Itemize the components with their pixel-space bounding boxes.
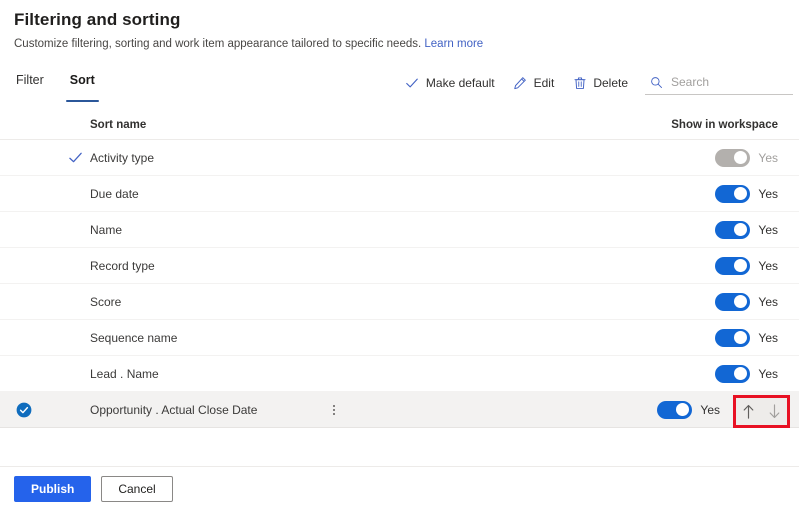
show-in-workspace-cell: Yes bbox=[715, 328, 778, 347]
tab-filter[interactable]: Filter bbox=[14, 68, 46, 102]
search-box[interactable] bbox=[645, 71, 793, 95]
tab-list: Filter Sort bbox=[14, 68, 99, 102]
table-body: Activity type Yes Due date Yes Name Yes Record… bbox=[0, 140, 799, 428]
pencil-icon bbox=[513, 76, 528, 91]
tab-sort[interactable]: Sort bbox=[65, 68, 99, 102]
publish-button[interactable]: Publish bbox=[14, 476, 92, 502]
toggle-state-label: Yes bbox=[758, 330, 778, 345]
show-in-workspace-cell: Yes bbox=[715, 256, 778, 275]
learn-more-link[interactable]: Learn more bbox=[424, 38, 483, 50]
show-in-workspace-cell: Yes bbox=[715, 364, 778, 383]
delete-button[interactable]: Delete bbox=[563, 71, 637, 95]
reorder-arrows-highlight bbox=[733, 395, 790, 428]
table-row[interactable]: Activity type Yes bbox=[0, 140, 799, 176]
delete-label: Delete bbox=[593, 76, 628, 90]
show-in-workspace-toggle bbox=[715, 148, 751, 167]
show-in-workspace-cell: Yes bbox=[715, 292, 778, 311]
column-header-sort-name: Sort name bbox=[90, 118, 147, 131]
checkbox-checked-icon bbox=[16, 402, 32, 417]
sort-name-cell: Due date bbox=[90, 186, 139, 201]
checkmark-icon bbox=[405, 76, 420, 91]
sort-name-cell: Lead . Name bbox=[90, 366, 159, 381]
sort-name-cell: Score bbox=[90, 294, 122, 309]
edit-button[interactable]: Edit bbox=[504, 71, 564, 95]
table-row[interactable]: Sequence name Yes bbox=[0, 320, 799, 356]
show-in-workspace-cell: Yes bbox=[657, 400, 720, 419]
sort-name-cell: Name bbox=[90, 222, 123, 237]
show-in-workspace-cell: Yes bbox=[715, 220, 778, 239]
make-default-label: Make default bbox=[425, 76, 495, 90]
edit-label: Edit bbox=[533, 76, 555, 90]
sort-name-cell: Record type bbox=[90, 258, 155, 273]
table-row[interactable]: Name Yes bbox=[0, 212, 799, 248]
search-input[interactable] bbox=[671, 74, 781, 90]
toggle-state-label: Yes bbox=[758, 366, 778, 381]
table-row[interactable]: Opportunity . Actual Close Date Yes bbox=[0, 392, 799, 428]
table-row[interactable]: Score Yes bbox=[0, 284, 799, 320]
table-header-row: Sort name Show in workspace bbox=[0, 110, 799, 140]
filtering-and-sorting-page: Filtering and sorting Customize filterin… bbox=[0, 0, 799, 511]
default-sort-checkmark-icon bbox=[64, 150, 86, 165]
search-icon bbox=[649, 75, 664, 90]
show-in-workspace-toggle[interactable] bbox=[715, 328, 751, 347]
trash-icon bbox=[572, 76, 587, 91]
column-header-show-in-workspace: Show in workspace bbox=[671, 118, 778, 131]
move-up-button[interactable] bbox=[739, 401, 759, 423]
table-row[interactable]: Lead . Name Yes bbox=[0, 356, 799, 392]
toggle-state-label: Yes bbox=[758, 150, 778, 165]
row-select-checkbox[interactable] bbox=[0, 402, 48, 418]
sort-name-cell: Sequence name bbox=[90, 330, 178, 345]
show-in-workspace-cell: Yes bbox=[715, 184, 778, 203]
sort-name-cell: Opportunity . Actual Close Date bbox=[90, 402, 258, 417]
toggle-state-label: Yes bbox=[758, 258, 778, 273]
show-in-workspace-toggle[interactable] bbox=[715, 184, 751, 203]
page-title: Filtering and sorting bbox=[14, 10, 181, 29]
row-overflow-menu-icon[interactable] bbox=[333, 404, 335, 415]
move-down-button[interactable] bbox=[765, 401, 785, 423]
show-in-workspace-toggle[interactable] bbox=[715, 364, 751, 383]
table-row[interactable]: Record type Yes bbox=[0, 248, 799, 284]
cancel-button[interactable]: Cancel bbox=[101, 476, 173, 502]
sort-table: Sort name Show in workspace Activity typ… bbox=[0, 110, 799, 428]
show-in-workspace-cell: Yes bbox=[715, 148, 778, 167]
show-in-workspace-toggle[interactable] bbox=[715, 256, 751, 275]
show-in-workspace-toggle[interactable] bbox=[657, 400, 693, 419]
footer-actions: Publish Cancel bbox=[0, 466, 799, 511]
page-subtitle: Customize filtering, sorting and work it… bbox=[14, 37, 785, 52]
show-in-workspace-toggle[interactable] bbox=[715, 220, 751, 239]
toggle-state-label: Yes bbox=[758, 222, 778, 237]
show-in-workspace-toggle[interactable] bbox=[715, 292, 751, 311]
toggle-state-label: Yes bbox=[700, 402, 720, 417]
make-default-button[interactable]: Make default bbox=[396, 71, 504, 95]
page-subtitle-text: Customize filtering, sorting and work it… bbox=[14, 38, 422, 50]
toggle-state-label: Yes bbox=[758, 186, 778, 201]
toggle-state-label: Yes bbox=[758, 294, 778, 309]
tabs-and-toolbar: Filter Sort Make default Edit Delete Sea… bbox=[0, 68, 799, 108]
sort-name-cell: Activity type bbox=[90, 150, 155, 165]
page-header: Filtering and sorting Customize filterin… bbox=[0, 0, 799, 52]
command-bar: Make default Edit Delete Search bbox=[396, 71, 793, 95]
table-row[interactable]: Due date Yes bbox=[0, 176, 799, 212]
